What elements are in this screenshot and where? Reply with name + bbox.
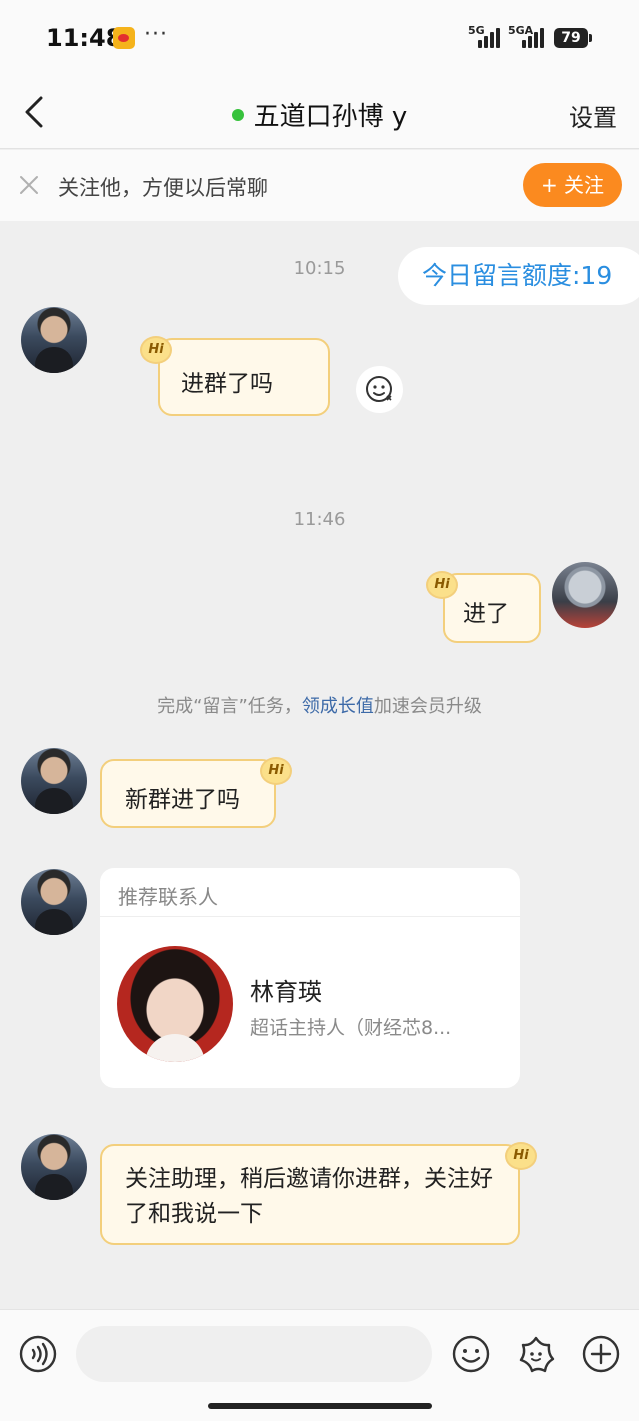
divider (100, 916, 520, 917)
hi-badge-icon: Hi (260, 757, 292, 785)
follow-banner: 关注他，方便以后常聊 + 关注 (0, 150, 639, 221)
message-bubble[interactable]: 进群了吗 (158, 338, 330, 416)
home-indicator[interactable] (208, 1403, 432, 1409)
message-text: 进了 (463, 601, 509, 627)
timestamp: 11:46 (293, 509, 346, 530)
battery-icon: 79 (554, 28, 592, 48)
recommended-contact-desc: 超话主持人（财经芯8... (250, 1017, 452, 1039)
status-time: 11:48 (46, 24, 123, 52)
message-text: 关注助理，稍后邀请你进群，关注好了和我说一下 (125, 1166, 493, 1227)
add-icon[interactable] (581, 1334, 621, 1374)
more-notifications-icon: ··· (144, 22, 168, 47)
contact-avatar[interactable] (21, 869, 87, 935)
online-status-dot (231, 109, 244, 121)
follow-hint-text: 关注他，方便以后常聊 (58, 176, 268, 200)
hi-badge-icon: Hi (505, 1142, 537, 1170)
message-input[interactable] (76, 1326, 432, 1382)
growth-value-link[interactable]: 领成长值 (302, 696, 374, 717)
message-text: 进群了吗 (181, 371, 273, 397)
my-avatar[interactable] (552, 562, 618, 628)
sticker-icon[interactable] (516, 1334, 556, 1374)
task-hint: 完成“留言”任务，领成长值加速会员升级 (157, 696, 482, 717)
hi-badge-icon: Hi (140, 336, 172, 364)
recommended-contact-avatar[interactable] (117, 946, 233, 1062)
chat-title: 五道口孙博 y (0, 96, 639, 133)
emoji-reaction-icon[interactable] (356, 366, 403, 413)
recommend-header: 推荐联系人 (118, 885, 218, 909)
follow-button[interactable]: + 关注 (523, 163, 622, 207)
contact-avatar[interactable] (21, 748, 87, 814)
message-quota-pill: 今日留言额度:19 (398, 247, 639, 305)
emoji-icon[interactable] (451, 1334, 491, 1374)
message-bubble[interactable]: 新群进了吗 (100, 759, 276, 828)
message-bubble[interactable]: 关注助理，稍后邀请你进群，关注好了和我说一下 (100, 1144, 520, 1245)
hi-badge-icon: Hi (426, 571, 458, 599)
close-icon[interactable] (18, 174, 40, 196)
voice-icon[interactable] (18, 1334, 58, 1374)
recommended-contact-name: 林育瑛 (250, 978, 322, 1006)
message-text: 新群进了吗 (125, 787, 240, 813)
contact-avatar[interactable] (21, 307, 87, 373)
settings-button[interactable]: 设置 (569, 98, 617, 133)
weibo-notification-icon (113, 27, 135, 49)
status-bar: 11:48 ··· 5G 5GA 79 (0, 0, 639, 76)
contact-avatar[interactable] (21, 1134, 87, 1200)
recommend-contact-card[interactable]: 推荐联系人 林育瑛 超话主持人（财经芯8... (100, 868, 520, 1088)
chat-header: 五道口孙博 y 设置 (0, 76, 639, 149)
